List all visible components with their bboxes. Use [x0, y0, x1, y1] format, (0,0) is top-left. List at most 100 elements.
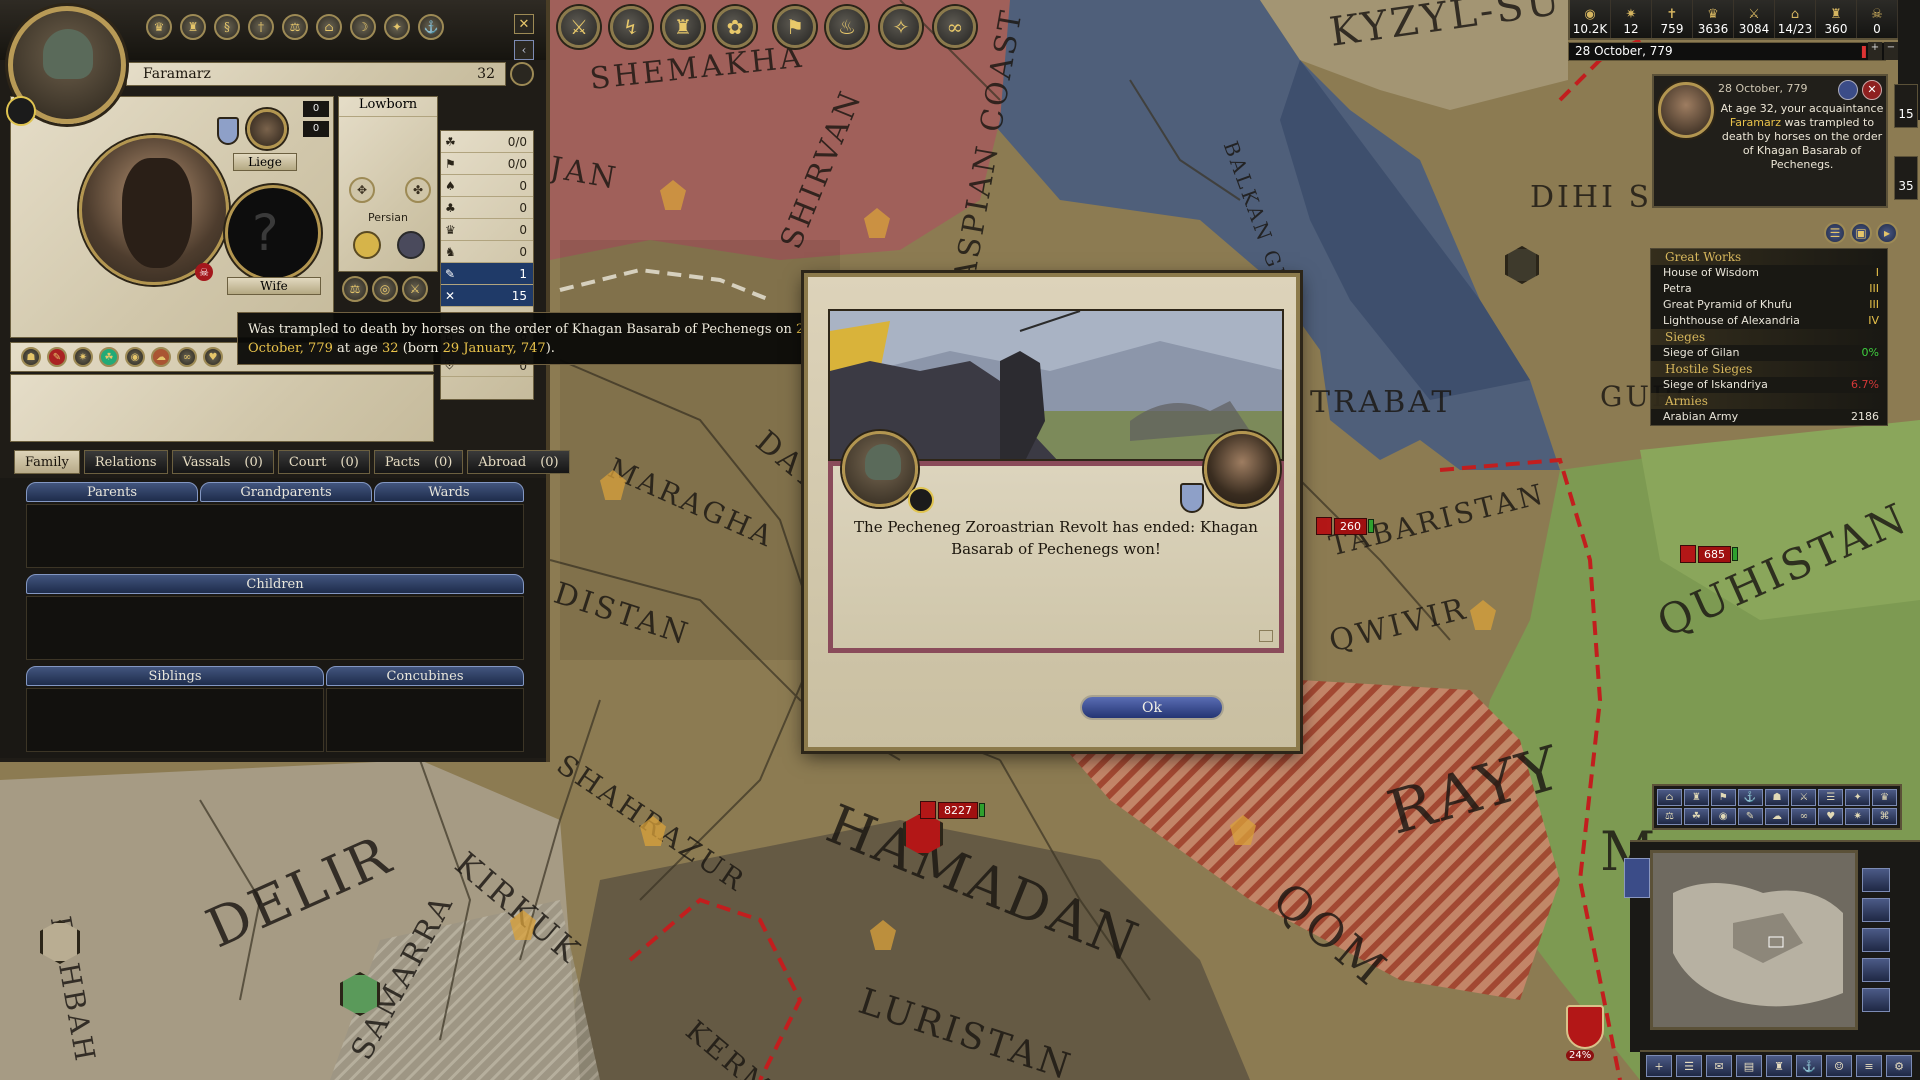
- menu-icon[interactable]: ≡: [1856, 1055, 1882, 1077]
- player-army[interactable]: 24%: [1560, 1005, 1610, 1061]
- army-stack[interactable]: 8227: [920, 801, 985, 819]
- stat-plot[interactable]: ☠ 0: [1857, 0, 1898, 38]
- wife-portrait[interactable]: ?: [225, 185, 321, 281]
- fire-icon[interactable]: ♨: [826, 6, 868, 48]
- outliner-arrow-icon[interactable]: ▸: [1876, 222, 1898, 244]
- buildings-icon[interactable]: ⌂: [316, 14, 342, 40]
- tab-court[interactable]: Court (0): [277, 450, 370, 474]
- diplomacy-icon[interactable]: ⚖: [342, 276, 368, 302]
- stat-levy[interactable]: ⚔ 3084: [1734, 0, 1775, 38]
- minimap-mode-button[interactable]: [1862, 958, 1890, 982]
- ledger-icon[interactable]: ☰: [1676, 1055, 1702, 1077]
- trait-icon[interactable]: ◉: [125, 347, 145, 367]
- stat-prestige[interactable]: ✷ 12: [1611, 0, 1652, 38]
- outliner-row[interactable]: Petra III: [1651, 281, 1887, 297]
- crown-icon[interactable]: ♛: [146, 14, 172, 40]
- faction-icon[interactable]: ✿: [714, 6, 756, 48]
- ok-button[interactable]: Ok: [1080, 695, 1224, 720]
- player-religion-icon[interactable]: [6, 96, 36, 126]
- tool-button[interactable]: ⚔: [1791, 789, 1817, 806]
- tab-family[interactable]: Family: [14, 450, 80, 474]
- death-notification[interactable]: 28 October, 779 At age 32, your acquaint…: [1652, 74, 1888, 208]
- tool-button[interactable]: ☰: [1818, 789, 1844, 806]
- dynasty-icon[interactable]: [397, 231, 425, 259]
- back-button[interactable]: ‹: [514, 40, 534, 60]
- tab-pacts[interactable]: Pacts (0): [373, 450, 464, 474]
- tool-button[interactable]: ♜: [1683, 789, 1709, 806]
- event-expand-icon[interactable]: [1259, 630, 1273, 642]
- trait-icon[interactable]: ☗: [21, 347, 41, 367]
- martial-icon[interactable]: ⚔: [402, 276, 428, 302]
- tool-button[interactable]: ✷: [1845, 808, 1871, 825]
- notification-info-icon[interactable]: [1838, 80, 1858, 100]
- tab-relations[interactable]: Relations: [83, 450, 168, 474]
- message-icon[interactable]: ✉: [1706, 1055, 1732, 1077]
- army-stack[interactable]: 685: [1680, 545, 1738, 563]
- army-stack[interactable]: 260: [1316, 517, 1374, 535]
- stat-crown[interactable]: ♛ 3636: [1693, 0, 1734, 38]
- dragons-icon[interactable]: ∞: [934, 6, 976, 48]
- outliner-settings-icon[interactable]: ☰: [1824, 222, 1846, 244]
- zoom-icon[interactable]: +: [1646, 1055, 1672, 1077]
- ship-icon[interactable]: ⚓: [418, 14, 444, 40]
- outliner-row[interactable]: House of Wisdom I: [1651, 265, 1887, 281]
- event-right-portrait[interactable]: [1204, 431, 1280, 507]
- speed-up-icon[interactable]: +: [1868, 42, 1882, 60]
- notification-portrait[interactable]: [1658, 82, 1714, 138]
- trait-icon[interactable]: ✎: [47, 347, 67, 367]
- minimap-mode-button[interactable]: [1862, 988, 1890, 1012]
- minimap-mode-button[interactable]: [1862, 898, 1890, 922]
- minimap-toggle-icon[interactable]: [1624, 858, 1650, 898]
- tool-button[interactable]: ⌂: [1657, 789, 1682, 806]
- stat-demesne[interactable]: ⌂ 14/23: [1775, 0, 1816, 38]
- shield-icon[interactable]: ✧: [880, 6, 922, 48]
- trait-icon[interactable]: ✷: [73, 347, 93, 367]
- scroll-icon[interactable]: [510, 62, 534, 86]
- date-bar[interactable]: 28 October, 779 ❚❚: [1568, 42, 1886, 61]
- tool-button[interactable]: ∞: [1791, 808, 1817, 825]
- army-icon[interactable]: ⚔: [558, 6, 600, 48]
- close-button[interactable]: ✕: [514, 14, 534, 34]
- graph-icon[interactable]: ▤: [1736, 1055, 1762, 1077]
- people-icon[interactable]: ☺: [1826, 1055, 1852, 1077]
- scales-icon[interactable]: ⚖: [282, 14, 308, 40]
- trade-icon[interactable]: ↯: [610, 6, 652, 48]
- stewardship-icon[interactable]: ◎: [372, 276, 398, 302]
- faith-icon[interactable]: ☽: [350, 14, 376, 40]
- tool-button[interactable]: ✎: [1737, 808, 1763, 825]
- trait-icon[interactable]: ☁: [151, 347, 171, 367]
- side-counter-1[interactable]: 15: [1894, 84, 1918, 128]
- outliner-row[interactable]: Siege of Gilan 0%: [1651, 345, 1887, 361]
- trait-icon[interactable]: ♥: [203, 347, 223, 367]
- stat-piety[interactable]: ✝ 759: [1652, 0, 1693, 38]
- tool-button[interactable]: ♛: [1872, 789, 1897, 806]
- minimap[interactable]: [1650, 850, 1858, 1030]
- tab-abroad[interactable]: Abroad (0): [467, 450, 570, 474]
- tool-button[interactable]: ⚓: [1737, 789, 1763, 806]
- tool-button[interactable]: ⚖: [1657, 808, 1682, 825]
- outliner-lock-icon[interactable]: ▣: [1850, 222, 1872, 244]
- tool-button[interactable]: ☗: [1764, 789, 1790, 806]
- event-left-portrait[interactable]: [842, 431, 918, 507]
- tool-button[interactable]: ♥: [1818, 808, 1844, 825]
- tool-button[interactable]: ◉: [1710, 808, 1736, 825]
- notification-close-icon[interactable]: ✕: [1862, 80, 1882, 100]
- tab-vassals[interactable]: Vassals (0): [171, 450, 274, 474]
- tool-button[interactable]: ☘: [1683, 808, 1709, 825]
- outliner-row[interactable]: Great Pyramid of Khufu III: [1651, 297, 1887, 313]
- minimap-mode-button[interactable]: [1862, 868, 1890, 892]
- intrigue-icon[interactable]: ✦: [384, 14, 410, 40]
- banner-icon[interactable]: ⚑: [774, 6, 816, 48]
- outliner-row[interactable]: Arabian Army 2186: [1651, 409, 1887, 425]
- castle-icon[interactable]: ♜: [662, 6, 704, 48]
- trait-icon[interactable]: ✤: [405, 177, 431, 203]
- castle-icon[interactable]: ♜: [1766, 1055, 1792, 1077]
- sword-icon[interactable]: †: [248, 14, 274, 40]
- minimap-mode-button[interactable]: [1862, 928, 1890, 952]
- tool-button[interactable]: ✦: [1845, 789, 1871, 806]
- religion-icon[interactable]: [353, 231, 381, 259]
- outliner-row[interactable]: Lighthouse of Alexandria IV: [1651, 313, 1887, 329]
- side-counter-2[interactable]: 35: [1894, 156, 1918, 200]
- tool-button[interactable]: ⌘: [1872, 808, 1897, 825]
- tool-button[interactable]: ⚑: [1710, 789, 1736, 806]
